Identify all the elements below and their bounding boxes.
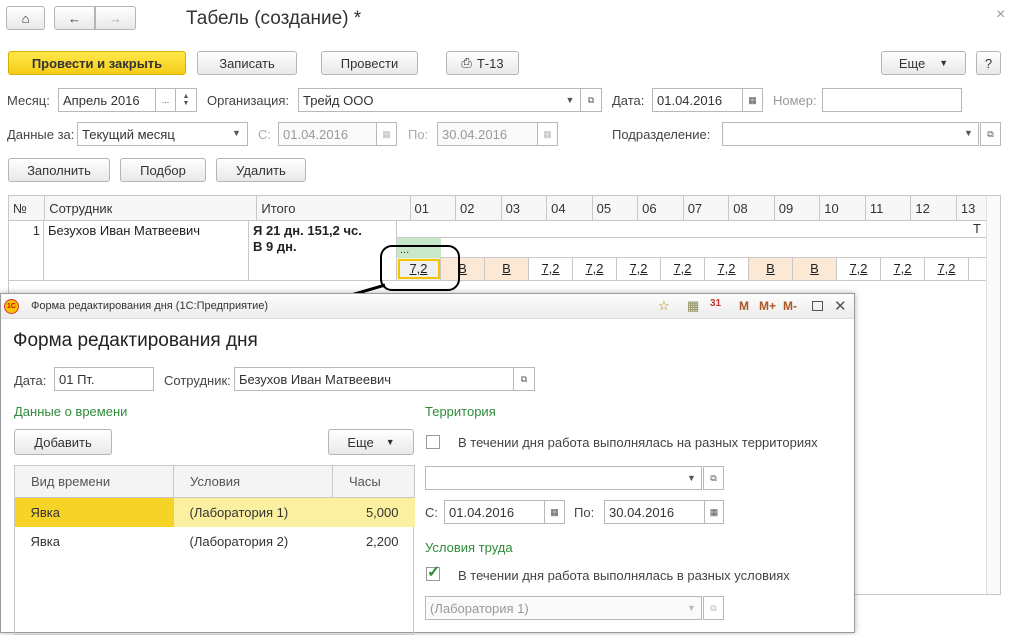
col-time-type[interactable]: Вид времени — [14, 465, 174, 498]
territory-check-label: В течении дня работа выполнялась на разн… — [458, 435, 818, 450]
to-input[interactable]: 30.04.2016 — [604, 500, 705, 524]
calendar-icon[interactable]: ▦ — [704, 500, 724, 524]
chevron-down-icon[interactable]: ▼ — [687, 603, 696, 613]
favorite-icon[interactable]: ☆ — [658, 298, 670, 314]
memory-plus-button[interactable]: M+ — [759, 299, 776, 313]
to-label: По: — [574, 505, 595, 520]
col-hours[interactable]: Часы — [332, 465, 415, 498]
conditions-select[interactable]: (Лаборатория 1) — [425, 596, 702, 620]
caret-down-icon: ▼ — [385, 437, 395, 447]
time-section-title: Данные о времени — [14, 404, 128, 419]
employee-label: Сотрудник: — [164, 373, 231, 388]
time-type-cell[interactable]: Явка — [15, 527, 174, 556]
conditions-section-title: Условия труда — [425, 540, 513, 555]
dialog-titlebar[interactable]: 1C Форма редактирования дня (1С:Предприя… — [1, 294, 854, 319]
maximize-icon[interactable] — [812, 301, 823, 311]
chevron-down-icon[interactable]: ▼ — [687, 473, 696, 483]
1c-logo-icon: 1C — [4, 299, 19, 314]
calculator-icon[interactable]: ▦ — [687, 298, 699, 314]
conditions-cell[interactable]: (Лаборатория 2) — [174, 527, 333, 556]
from-input[interactable]: 01.04.2016 — [444, 500, 545, 524]
territory-open-icon[interactable]: ⧉ — [703, 466, 724, 490]
hours-cell[interactable]: 2,200 — [333, 527, 415, 556]
conditions-check-label: В течении дня работа выполнялась в разны… — [458, 568, 790, 583]
territory-select[interactable] — [425, 466, 702, 490]
table-row[interactable]: Явка (Лаборатория 2) 2,200 — [15, 527, 415, 556]
conditions-checkbox[interactable]: ✓ — [426, 564, 441, 581]
calendar-icon[interactable]: ▦ — [544, 500, 565, 524]
more-label: Еще — [347, 434, 374, 450]
add-button[interactable]: Добавить — [14, 429, 112, 455]
memory-button[interactable]: M — [739, 299, 749, 313]
employee-open-icon[interactable]: ⧉ — [513, 367, 535, 391]
col-conditions[interactable]: Условия — [173, 465, 333, 498]
territory-checkbox[interactable] — [426, 435, 440, 449]
hours-cell[interactable]: 5,000 — [332, 497, 415, 527]
territory-section-title: Территория — [425, 404, 496, 419]
day-edit-dialog: 1C Форма редактирования дня (1С:Предприя… — [0, 293, 855, 635]
calendar-icon[interactable]: 31 — [710, 298, 721, 309]
checkmark-icon: ✓ — [427, 564, 441, 581]
dialog-heading: Форма редактирования дня — [13, 330, 258, 351]
memory-minus-button[interactable]: M- — [783, 299, 797, 313]
conditions-cell[interactable]: (Лаборатория 1) — [173, 497, 333, 527]
conditions-open-icon[interactable]: ⧉ — [703, 596, 724, 620]
from-label: С: — [425, 505, 438, 520]
dialog-window-title: Форма редактирования дня (1С:Предприятие… — [31, 300, 269, 312]
time-table: Вид времени Условия Часы Явка (Лаборатор… — [14, 465, 415, 635]
more-button[interactable]: Еще ▼ — [328, 429, 414, 455]
time-type-cell[interactable]: Явка — [14, 497, 174, 527]
date-input[interactable]: 01 Пт. — [54, 367, 154, 391]
employee-input[interactable]: Безухов Иван Матвеевич — [234, 367, 514, 391]
close-icon[interactable]: ✕ — [834, 297, 847, 315]
table-row[interactable]: Явка (Лаборатория 1) 5,000 — [14, 497, 415, 527]
date-label: Дата: — [14, 373, 47, 388]
